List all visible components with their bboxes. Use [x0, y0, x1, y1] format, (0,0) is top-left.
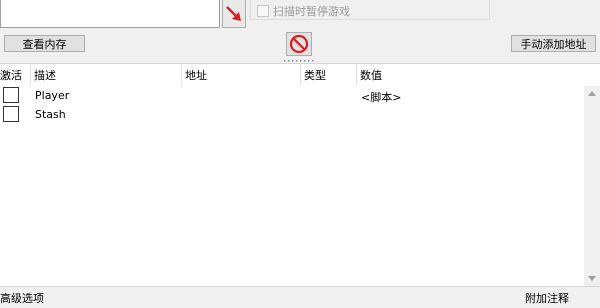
- add-address-manually-button[interactable]: 手动添加地址: [511, 35, 596, 52]
- vertical-scrollbar[interactable]: [584, 86, 600, 287]
- row-description[interactable]: Stash: [35, 108, 66, 121]
- active-checkbox[interactable]: [3, 106, 19, 122]
- add-to-list-button[interactable]: [222, 0, 246, 28]
- table-extras-button[interactable]: 附加注释: [525, 290, 569, 306]
- active-checkbox[interactable]: [3, 87, 19, 103]
- column-header-active[interactable]: 激活: [0, 64, 31, 86]
- no-entry-icon: [289, 34, 309, 54]
- scroll-up-icon[interactable]: [588, 91, 596, 96]
- clear-list-button[interactable]: [286, 32, 312, 56]
- column-header-address[interactable]: 地址: [182, 64, 301, 86]
- column-header-value[interactable]: 数值: [357, 64, 584, 86]
- pause-game-checkbox[interactable]: [257, 5, 269, 17]
- address-list[interactable]: 激活 描述 地址 类型 数值 Player <脚本> Stash: [0, 63, 600, 287]
- arrow-down-right-icon: [226, 5, 241, 21]
- column-header-description[interactable]: 描述: [31, 64, 182, 86]
- row-value[interactable]: <脚本>: [361, 89, 401, 105]
- view-memory-button[interactable]: 查看内存: [4, 35, 85, 52]
- status-bar: [0, 286, 600, 308]
- advanced-options-button[interactable]: 高级选项: [0, 290, 44, 306]
- pause-game-label: 扫描时暂停游戏: [273, 5, 350, 18]
- scan-result-panel: [0, 0, 220, 28]
- scroll-down-icon[interactable]: [588, 276, 596, 281]
- row-description[interactable]: Player: [35, 89, 69, 102]
- column-header-type[interactable]: 类型: [301, 64, 357, 86]
